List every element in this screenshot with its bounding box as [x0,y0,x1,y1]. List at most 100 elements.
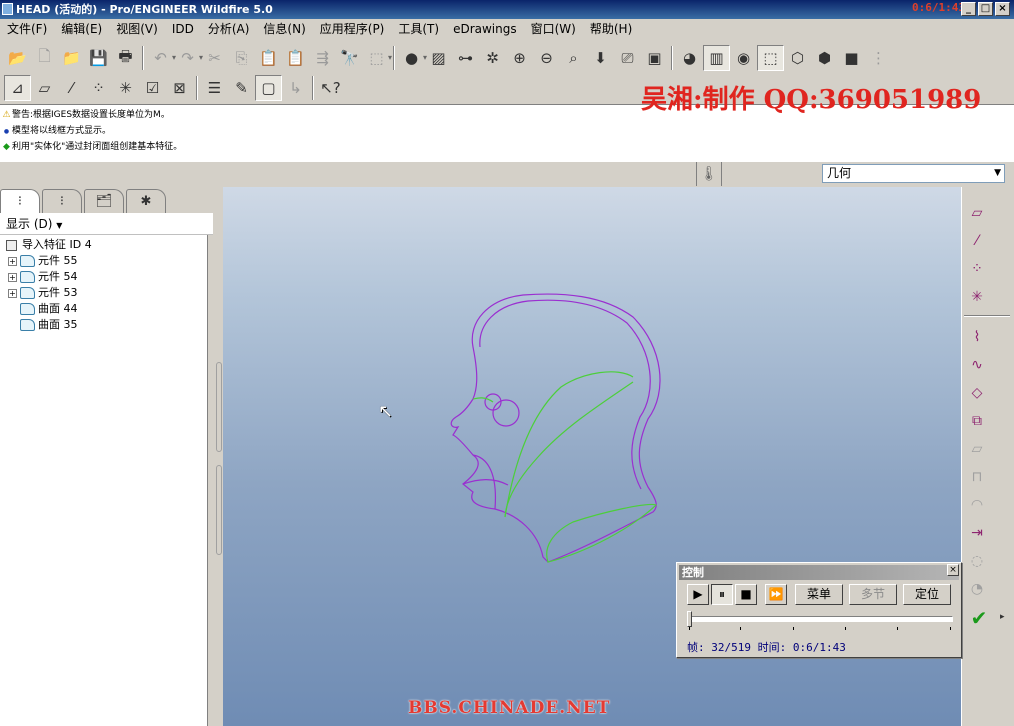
feature-box-icon[interactable]: ▢ [255,75,282,101]
csys-toggle-icon[interactable]: ✳ [112,75,139,101]
visibility-eye-icon[interactable]: ◉ [730,45,757,71]
menu-edit[interactable]: 编辑(E) [54,19,109,40]
hidden-line-icon[interactable]: ⬡ [784,45,811,71]
tab-layer-tree[interactable]: ⁝ [42,189,82,213]
sketched-curve-icon[interactable]: ⌇ [964,325,990,349]
flow-icon[interactable]: ↳ [282,75,309,101]
cut-icon[interactable]: ✂ [201,45,228,71]
datum-plane-icon[interactable]: ▱ [964,201,990,225]
datum-point-toggle-icon[interactable]: ⁘ [85,75,112,101]
close-button[interactable]: × [995,2,1010,16]
expand-plus-icon[interactable]: + [8,256,17,266]
select-working-dir-icon[interactable]: 📂 [4,45,31,71]
color-palette-icon[interactable]: ▥ [703,45,730,71]
step-forward-button[interactable]: ⏩ [765,584,787,605]
tree-item[interactable]: + 元件 54 [8,269,78,285]
maximize-button[interactable]: □ [978,2,993,16]
shading-icon[interactable]: ■ [838,45,865,71]
orient-mode-icon[interactable]: ✲ [479,45,506,71]
splitter-grip[interactable] [216,465,222,555]
repaint-icon[interactable]: ▨ [425,45,452,71]
round-gray-icon[interactable]: ◠ [964,493,990,517]
zoom-out-icon[interactable]: ⊖ [533,45,560,71]
sketch-pencil-icon[interactable]: ✎ [228,75,255,101]
selection-filter-dropdown[interactable]: 几何 ▼ [822,164,1005,183]
save-icon[interactable]: 💾 [85,45,112,71]
menu-analysis[interactable]: 分析(A) [201,19,257,40]
menu-button[interactable]: 菜单 [795,584,843,605]
plane-gray-icon[interactable]: ▱ [964,437,990,461]
frame-slider-track[interactable] [687,616,953,622]
spin-center-toggle-icon[interactable]: ☑ [139,75,166,101]
datum-point-icon[interactable]: ⁘ [964,257,990,281]
expand-plus-icon[interactable]: + [8,288,17,298]
shell-gray-icon[interactable]: ◌ [964,549,990,573]
menu-file[interactable]: 文件(F) [0,19,54,40]
curve-icon[interactable]: ∿ [964,353,990,377]
show-menu-button[interactable]: 显示 (D) ▼ [0,213,213,235]
no-hidden-icon[interactable]: ⬢ [811,45,838,71]
refit-icon[interactable]: ⌕ [560,45,587,71]
undo-icon[interactable]: ↶ [147,45,176,71]
paste-special-icon[interactable]: 📋 [282,45,309,71]
tree-item[interactable]: + 元件 53 [8,285,78,301]
new-file-icon[interactable]: 🗋 [31,45,58,71]
close-window-icon[interactable]: ⊠ [166,75,193,101]
menu-tools[interactable]: 工具(T) [391,19,446,40]
surface-merge-icon[interactable]: ⧉ [964,409,990,433]
menu-idd[interactable]: IDD [165,19,201,40]
play-button[interactable]: ▶ [687,584,709,605]
tree-item[interactable]: 曲面 44 [20,301,78,317]
pause-button[interactable]: ⏸ [711,584,733,605]
insert-feature-icon[interactable]: ⇥ [964,521,990,545]
context-help-icon[interactable]: ↖? [317,75,344,101]
menu-help[interactable]: 帮助(H) [583,19,639,40]
appearance-icon[interactable]: ◕ [676,45,703,71]
stop-button[interactable]: ■ [735,584,757,605]
splitter-grip[interactable] [216,362,222,452]
locate-button[interactable]: 定位 [903,584,951,605]
copy-icon[interactable]: ⎘ [228,45,255,71]
saved-views-icon[interactable]: ⎚ [614,45,641,71]
csys-icon[interactable]: ✳ [964,285,990,309]
minimize-button[interactable]: _ [961,2,976,16]
tab-folder-browser[interactable]: 🗂 [84,189,124,213]
tree-item[interactable]: + 元件 55 [8,253,78,269]
expand-plus-icon[interactable]: + [8,272,17,282]
tab-favorites[interactable]: ✱ [126,189,166,213]
confirm-check-icon[interactable]: ✔ [962,604,996,632]
wireframe-icon[interactable]: ⬚ [757,45,784,71]
spin-center-icon[interactable]: ⊶ [452,45,479,71]
tree-item-root[interactable]: 导入特征 ID 4 [6,237,92,253]
find-icon[interactable]: 🔭 [336,45,363,71]
menu-edrawings[interactable]: eDrawings [446,19,524,40]
selection-box-icon[interactable]: ⬚ [363,45,392,71]
menu-info[interactable]: 信息(N) [256,19,312,40]
menu-view[interactable]: 视图(V) [109,19,165,40]
paste-icon[interactable]: 📋 [255,45,282,71]
layers-icon[interactable]: ▣ [641,45,668,71]
regenerate-icon[interactable]: ⇶ [309,45,336,71]
datum-plane-toggle-icon[interactable]: ▱ [31,75,58,101]
redo-icon[interactable]: ↷ [174,45,203,71]
frame-slider-thumb[interactable] [687,611,692,627]
open-file-icon[interactable]: 📁 [58,45,85,71]
multi-section-button[interactable]: 多节 [849,584,897,605]
shading-sphere-icon[interactable]: ● [398,45,427,71]
dialog-close-icon[interactable]: × [947,564,959,576]
zoom-in-icon[interactable]: ⊕ [506,45,533,71]
tree-item[interactable]: 曲面 35 [20,317,78,333]
tab-model-tree[interactable]: ⁝ [0,189,40,213]
more-tools-icon[interactable]: ⋮ [865,45,892,71]
datum-display-icon[interactable]: ⊿ [4,75,31,101]
draft-gray-icon[interactable]: ◔ [964,577,990,601]
menu-applications[interactable]: 应用程序(P) [313,19,392,40]
chevron-right-icon[interactable]: ▸ [1000,612,1005,622]
surface-tool-icon[interactable]: ◇ [964,381,990,405]
menu-window[interactable]: 窗口(W) [524,19,583,40]
datum-axis-icon[interactable]: ⁄ [964,229,990,253]
reorient-icon[interactable]: ⬇ [587,45,614,71]
pattern-gray-icon[interactable]: ⊓ [964,465,990,489]
model-notes-icon[interactable]: ☰ [201,75,228,101]
panel-splitter[interactable] [215,187,223,726]
